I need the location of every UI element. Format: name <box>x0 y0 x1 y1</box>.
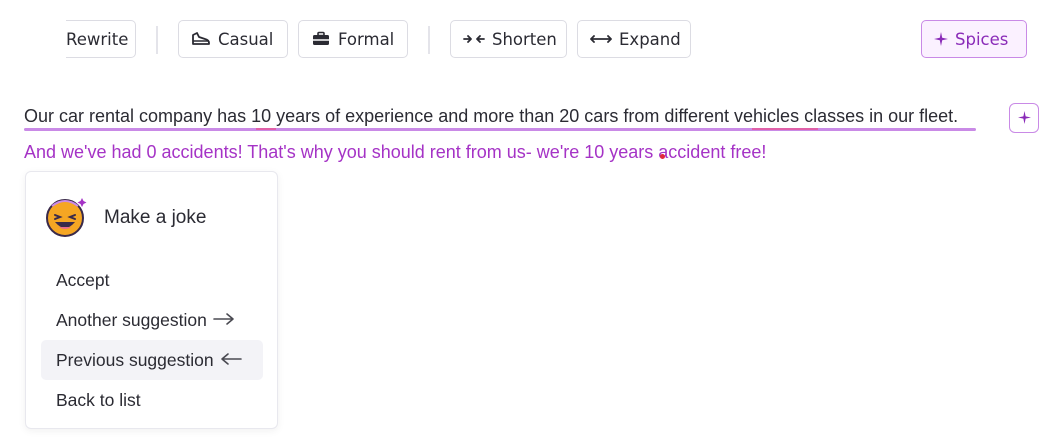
formal-label: Formal <box>338 29 395 49</box>
arrow-right-icon <box>213 310 235 331</box>
menu-item-label: Back to list <box>56 389 141 410</box>
spelling-underline <box>256 128 276 130</box>
spice-suggestion-popup: Make a joke Accept Another suggestion Pr… <box>25 171 278 429</box>
briefcase-icon <box>311 31 331 47</box>
shorten-button[interactable]: Shorten <box>450 20 567 58</box>
sparkle-icon <box>934 32 948 46</box>
rewrite-button[interactable]: Rewrite <box>66 20 136 58</box>
laughing-emoji-icon <box>44 194 88 242</box>
popup-title: Make a joke <box>104 207 207 228</box>
arrow-left-icon <box>220 350 242 371</box>
expand-button[interactable]: Expand <box>577 20 691 58</box>
shorten-arrows-icon <box>463 32 485 46</box>
accept-option[interactable]: Accept <box>41 260 263 300</box>
casual-label: Casual <box>218 29 274 49</box>
previous-suggestion-option[interactable]: Previous suggestion <box>41 340 263 380</box>
ai-suggestion-text[interactable]: And we've had 0 accidents! That's why yo… <box>24 142 766 163</box>
spices-button[interactable]: Spices <box>921 20 1027 58</box>
expand-label: Expand <box>619 29 681 49</box>
rewrite-toolbar: Rewrite Casual Formal Shorten Expand Spi… <box>0 20 1061 60</box>
back-to-list-option[interactable]: Back to list <box>41 380 263 420</box>
toolbar-separator <box>428 26 430 54</box>
rewrite-button-clip: Rewrite <box>66 20 136 58</box>
cursor-marker <box>660 154 665 159</box>
shorten-label: Shorten <box>492 29 557 49</box>
menu-item-label: Another suggestion <box>56 309 207 330</box>
sparkle-icon <box>1017 109 1031 128</box>
popup-header: Make a joke <box>44 194 206 242</box>
menu-item-label: Accept <box>56 269 110 290</box>
another-suggestion-option[interactable]: Another suggestion <box>41 300 263 340</box>
toolbar-separator <box>156 26 158 54</box>
menu-item-label: Previous suggestion <box>56 349 214 370</box>
rewrite-label: Rewrite <box>66 29 129 49</box>
expand-arrows-icon <box>590 32 612 46</box>
sneaker-icon <box>191 31 211 47</box>
spelling-underline <box>752 128 818 130</box>
editor-original-text[interactable]: Our car rental company has 10 years of e… <box>24 106 958 127</box>
formal-button[interactable]: Formal <box>298 20 408 58</box>
casual-button[interactable]: Casual <box>178 20 288 58</box>
spices-label: Spices <box>955 29 1009 49</box>
add-spice-button[interactable] <box>1009 103 1039 133</box>
selection-underline <box>24 128 976 131</box>
